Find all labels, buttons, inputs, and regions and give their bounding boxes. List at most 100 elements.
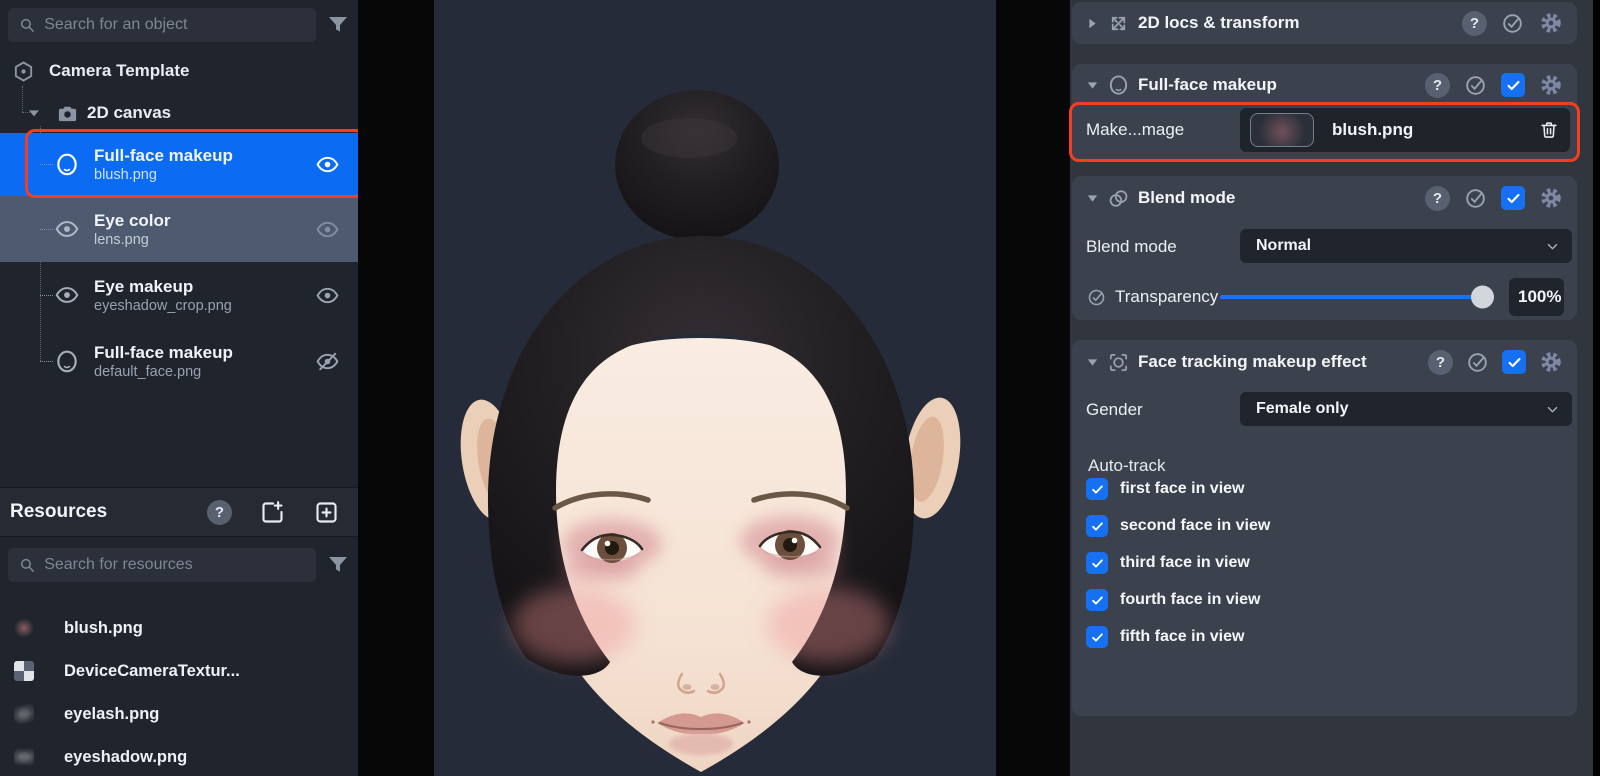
- auto-track-checkbox[interactable]: [1086, 626, 1108, 648]
- transform-icon: [1111, 16, 1126, 30]
- resource-item-blush[interactable]: blush.png: [0, 611, 358, 645]
- layer-title: Full-face makeup: [94, 146, 233, 165]
- transparency-value[interactable]: 100%: [1509, 278, 1564, 316]
- checkbox-row-third-face: third face in view: [1086, 552, 1250, 574]
- reset-icon[interactable]: [1086, 287, 1107, 308]
- resource-search-input[interactable]: [44, 556, 306, 574]
- tree-item-2d-canvas[interactable]: 2D canvas: [26, 96, 171, 130]
- resources-header: Resources ?: [0, 487, 358, 537]
- section-face-tracking: Face tracking makeup effect ? Gender Fem…: [1072, 340, 1577, 716]
- add-folder-icon[interactable]: [259, 499, 286, 526]
- layer-subtitle: blush.png: [94, 167, 157, 183]
- visibility-eye-icon[interactable]: [315, 152, 340, 177]
- trash-icon[interactable]: [1538, 119, 1560, 141]
- add-resource-icon[interactable]: [313, 499, 340, 526]
- auto-track-checkbox[interactable]: [1086, 515, 1108, 537]
- caret-down-icon[interactable]: [1085, 355, 1100, 370]
- layer-row-eye-makeup[interactable]: Eye makeup eyeshadow_crop.png: [0, 262, 358, 328]
- object-search-box[interactable]: [8, 8, 316, 42]
- section-enabled-checkbox[interactable]: [1501, 186, 1525, 210]
- visibility-eye-icon[interactable]: [315, 283, 340, 308]
- resource-search-box[interactable]: [8, 548, 316, 582]
- blend-icon: [1109, 189, 1128, 207]
- checkbox-label: fifth face in view: [1120, 628, 1245, 645]
- object-search-input[interactable]: [44, 16, 306, 34]
- layer-subtitle: lens.png: [94, 231, 149, 248]
- resource-item-device-camera-texture[interactable]: DeviceCameraTextur...: [0, 654, 358, 688]
- section-full-face-makeup: Full-face makeup ? Make...mage blush.png: [1069, 64, 1580, 162]
- checkbox-label: second face in view: [1120, 517, 1271, 534]
- caret-down-icon[interactable]: [26, 105, 42, 121]
- camera-icon: [58, 106, 77, 121]
- gender-value: Female only: [1256, 400, 1349, 417]
- layer-row-eye-color[interactable]: Eye color lens.png: [0, 196, 358, 262]
- section-enabled-checkbox[interactable]: [1502, 350, 1526, 374]
- section-title: Blend mode: [1138, 188, 1236, 207]
- section-title: 2D locs & transform: [1138, 13, 1300, 32]
- layer-subtitle: default_face.png: [94, 364, 202, 380]
- tree-connector: [40, 361, 53, 362]
- resource-label: DeviceCameraTextur...: [64, 661, 240, 680]
- layer-row-full-face-makeup-default[interactable]: Full-face makeup default_face.png: [0, 328, 358, 395]
- auto-track-checkbox[interactable]: [1086, 589, 1108, 611]
- section-2d-locs-transform: 2D locs & transform ?: [1072, 2, 1577, 44]
- reset-icon[interactable]: [1465, 350, 1490, 375]
- tree-item-label: Camera Template: [49, 61, 190, 80]
- visibility-eye-icon[interactable]: [315, 217, 340, 242]
- eye-icon: [55, 221, 79, 237]
- caret-down-icon[interactable]: [1085, 78, 1100, 93]
- resource-item-eyelash[interactable]: eyelash.png: [0, 697, 358, 731]
- preview-letterbox-left: [358, 0, 434, 776]
- auto-track-label: Auto-track: [1088, 456, 1166, 475]
- layer-text: Full-face makeup blush.png: [94, 145, 315, 184]
- help-icon[interactable]: ?: [1425, 72, 1450, 98]
- resource-thumbnail: [14, 661, 34, 681]
- checkbox-label: first face in view: [1120, 480, 1245, 497]
- resource-thumbnail: [14, 704, 34, 724]
- gear-icon[interactable]: [1538, 72, 1564, 98]
- help-icon[interactable]: ?: [1462, 10, 1487, 36]
- reset-icon[interactable]: [1463, 186, 1488, 211]
- reset-icon[interactable]: [1500, 11, 1525, 36]
- resource-thumbnail: [14, 618, 34, 638]
- transparency-slider-thumb[interactable]: [1471, 285, 1494, 309]
- checkbox-row-fifth-face: fifth face in view: [1086, 626, 1244, 648]
- resource-label: eyeshadow.png: [64, 747, 188, 766]
- help-icon[interactable]: ?: [1425, 185, 1450, 211]
- resource-filter-icon[interactable]: [326, 553, 350, 577]
- transparency-row: Transparency 100%: [1086, 278, 1564, 316]
- tree-connector: [22, 86, 23, 112]
- tree-item-camera-template[interactable]: Camera Template: [12, 54, 189, 88]
- resources-title: Resources: [10, 501, 108, 522]
- gear-icon[interactable]: [1538, 185, 1564, 211]
- caret-right-icon[interactable]: [1085, 16, 1100, 31]
- caret-down-icon[interactable]: [1085, 191, 1100, 206]
- object-filter-icon[interactable]: [326, 13, 350, 37]
- makeup-image-field[interactable]: blush.png: [1240, 108, 1570, 152]
- makeup-image-label: Make...mage: [1086, 120, 1185, 139]
- checkbox-row-second-face: second face in view: [1086, 515, 1270, 537]
- transparency-label: Transparency: [1115, 287, 1219, 306]
- chevron-down-icon: [1547, 243, 1558, 249]
- gear-icon[interactable]: [1538, 349, 1564, 375]
- objects-panel: Camera Template 2D canvas Full-face make…: [0, 0, 365, 776]
- gender-dropdown[interactable]: Female only: [1240, 392, 1572, 426]
- visibility-off-icon[interactable]: [315, 349, 340, 374]
- auto-track-checkbox[interactable]: [1086, 478, 1108, 500]
- window-edge: [1593, 0, 1600, 776]
- resource-item-eyeshadow[interactable]: eyeshadow.png: [0, 740, 358, 774]
- reset-icon[interactable]: [1463, 73, 1488, 98]
- face-icon: [57, 350, 77, 372]
- chevron-down-icon: [1547, 406, 1558, 412]
- blend-mode-dropdown[interactable]: Normal: [1240, 229, 1572, 263]
- face-preview-illustration: [460, 90, 961, 772]
- help-icon[interactable]: ?: [1428, 349, 1453, 375]
- gear-icon[interactable]: [1538, 10, 1564, 36]
- transparency-slider[interactable]: [1220, 285, 1494, 309]
- makeup-image-thumbnail[interactable]: [1250, 113, 1314, 147]
- auto-track-checkbox[interactable]: [1086, 552, 1108, 574]
- section-enabled-checkbox[interactable]: [1501, 73, 1525, 97]
- resource-search-bar: [8, 548, 350, 582]
- layer-row-full-face-makeup[interactable]: Full-face makeup blush.png: [0, 133, 358, 196]
- help-icon[interactable]: ?: [207, 499, 232, 525]
